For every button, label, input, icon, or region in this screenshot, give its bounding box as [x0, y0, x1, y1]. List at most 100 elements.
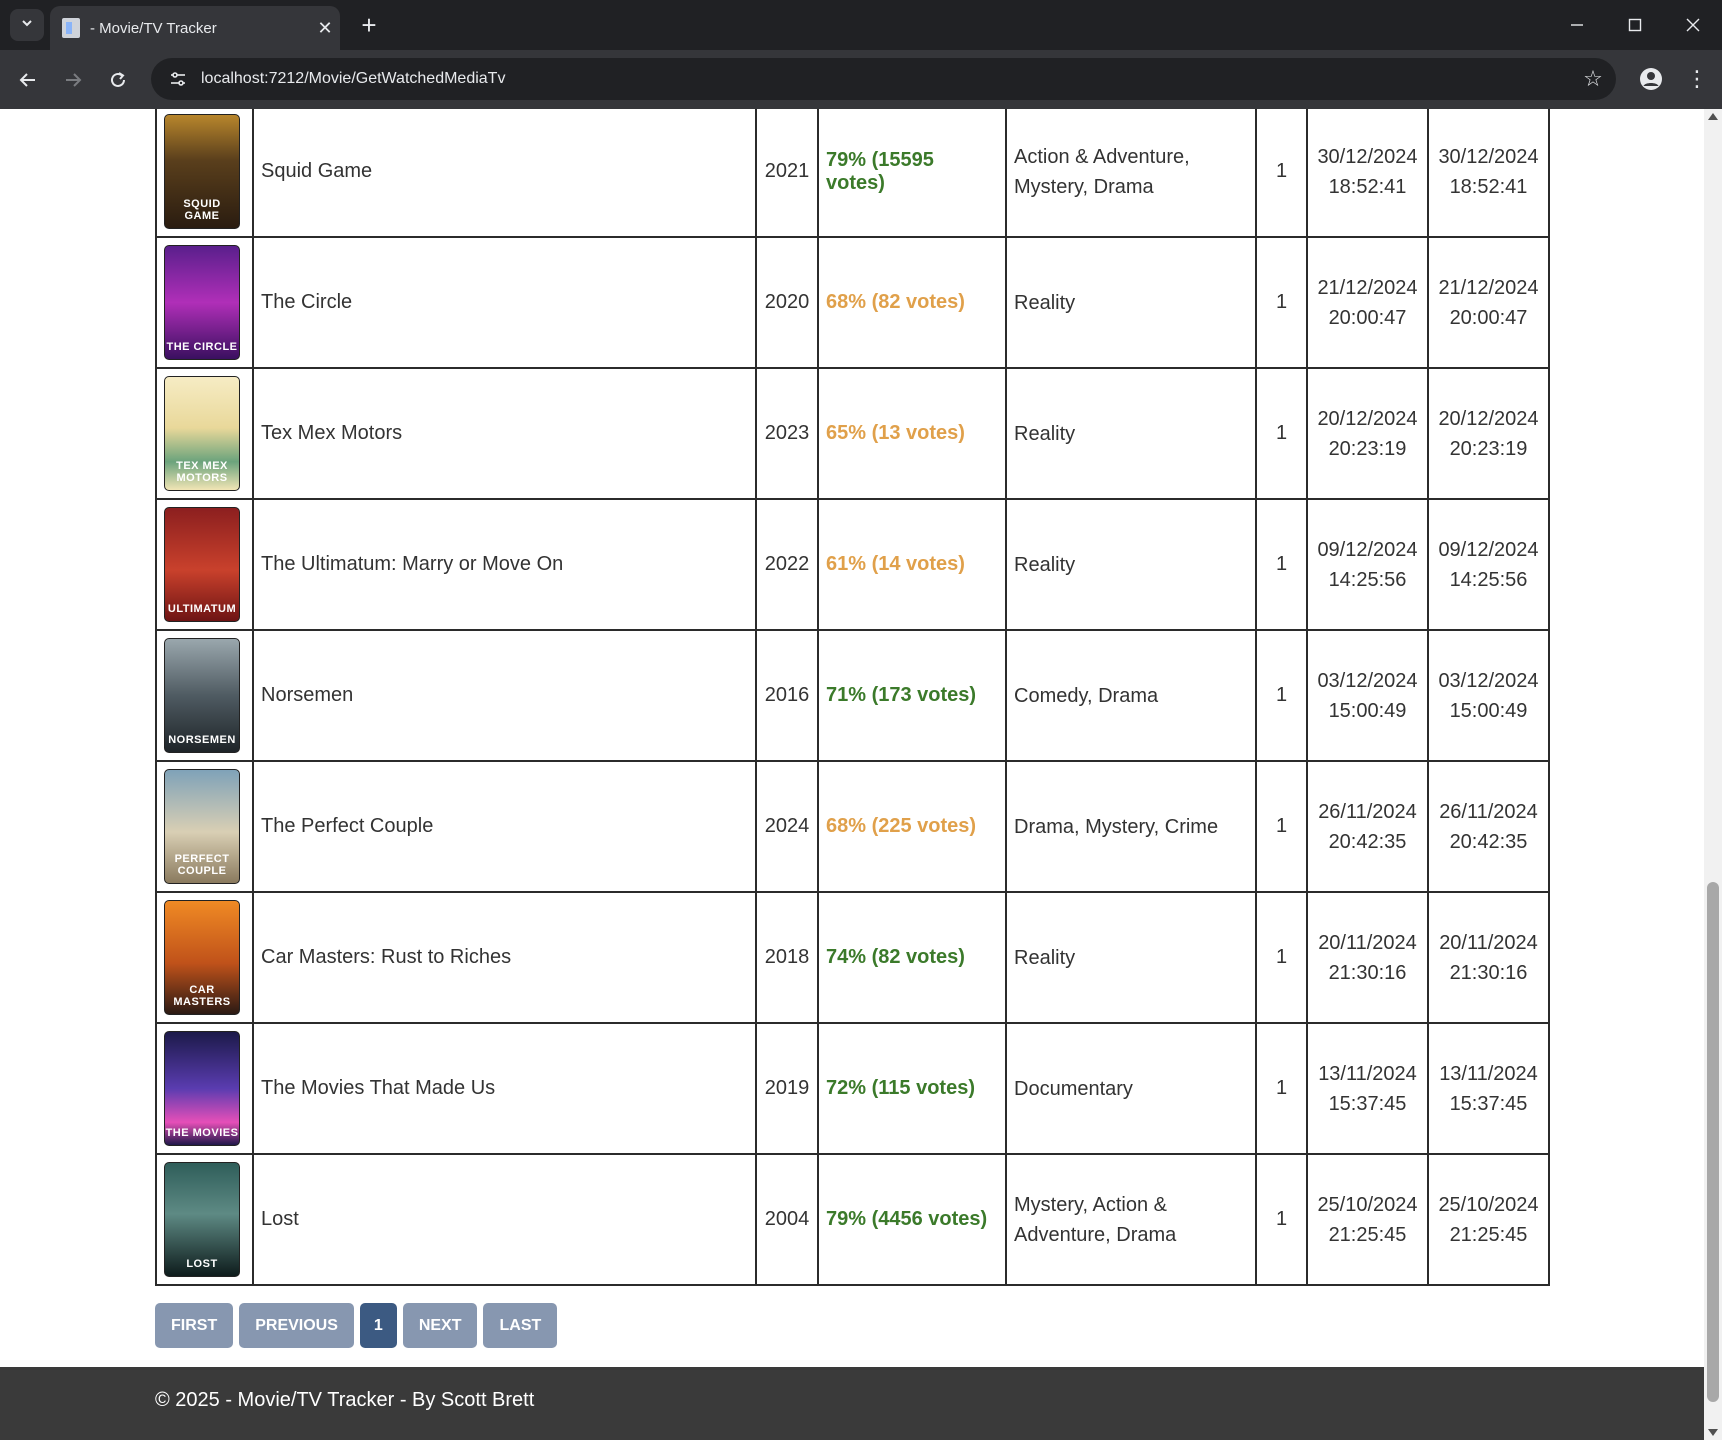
- year-cell: 2004: [755, 1153, 819, 1286]
- poster-image[interactable]: PERFECT COUPLE: [164, 769, 240, 884]
- poster-image[interactable]: NORSEMEN: [164, 638, 240, 753]
- last-watched-date: 21/12/2024: [1438, 276, 1539, 299]
- rating-cell: 68% (225 votes): [817, 760, 1007, 893]
- vertical-scrollbar[interactable]: [1704, 109, 1722, 1440]
- first-watched-time: 14:25:56: [1328, 568, 1407, 591]
- rating-text: 71% (173 votes): [826, 684, 977, 706]
- tab-search-button[interactable]: [10, 9, 44, 41]
- year-cell: 2024: [755, 760, 819, 893]
- rating-text: 61% (14 votes): [826, 553, 965, 575]
- last-watched-time: 20:42:35: [1449, 830, 1528, 853]
- first-watched-cell: 21/12/2024 20:00:47: [1306, 236, 1429, 369]
- back-arrow-icon[interactable]: [12, 64, 44, 96]
- title-cell: The Movies That Made Us: [252, 1022, 757, 1155]
- browser-tab[interactable]: - Movie/TV Tracker ✕: [50, 6, 340, 50]
- last-watched-cell: 21/12/2024 20:00:47: [1427, 236, 1550, 369]
- close-window-icon[interactable]: [1664, 0, 1722, 50]
- poster-image[interactable]: CAR MASTERS: [164, 900, 240, 1015]
- rating-text: 65% (13 votes): [826, 422, 965, 444]
- watch-count-cell: 1: [1255, 367, 1308, 500]
- title-cell: Squid Game: [252, 109, 757, 238]
- first-watched-time: 18:52:41: [1328, 175, 1407, 198]
- year-cell: 2016: [755, 629, 819, 762]
- title-cell: The Circle: [252, 236, 757, 369]
- first-watched-cell: 13/11/2024 15:37:45: [1306, 1022, 1429, 1155]
- maximize-icon[interactable]: [1606, 0, 1664, 50]
- first-watched-date: 26/11/2024: [1318, 800, 1417, 823]
- scrollbar-thumb[interactable]: [1707, 882, 1719, 1402]
- poster-image[interactable]: TEX MEX MOTORS: [164, 376, 240, 491]
- browser-menu-icon[interactable]: ⋮: [1682, 64, 1712, 94]
- reload-icon[interactable]: [102, 64, 134, 96]
- title-cell: The Ultimatum: Marry or Move On: [252, 498, 757, 631]
- rating-text: 68% (225 votes): [826, 815, 977, 837]
- minimize-icon[interactable]: [1548, 0, 1606, 50]
- address-bar[interactable]: localhost:7212/Movie/GetWatchedMediaTv ☆: [151, 58, 1616, 100]
- table-row: SQUID GAME Squid Game 2021 79% (15595 vo…: [155, 109, 1550, 238]
- last-watched-time: 20:00:47: [1449, 306, 1528, 329]
- first-watched-cell: 20/12/2024 20:23:19: [1306, 367, 1429, 500]
- poster-image[interactable]: THE MOVIES: [164, 1031, 240, 1146]
- rating-text: 79% (15595 votes): [826, 148, 934, 194]
- poster-image[interactable]: SQUID GAME: [164, 114, 240, 229]
- first-watched-date: 20/12/2024: [1317, 407, 1418, 430]
- poster-caption: PERFECT COUPLE: [174, 853, 230, 877]
- first-watched-date: 03/12/2024: [1317, 669, 1418, 692]
- watch-count-cell: 1: [1255, 498, 1308, 631]
- poster-image[interactable]: LOST: [164, 1162, 240, 1277]
- rating-cell: 74% (82 votes): [817, 891, 1007, 1024]
- last-watched-time: 15:00:49: [1449, 699, 1528, 722]
- first-page-button[interactable]: FIRST: [155, 1303, 234, 1348]
- first-watched-time: 20:42:35: [1328, 830, 1407, 853]
- poster-image[interactable]: ULTIMATUM: [164, 507, 240, 622]
- watched-tv-table: SQUID GAME Squid Game 2021 79% (15595 vo…: [155, 109, 1550, 1286]
- site-info-icon[interactable]: [167, 68, 189, 90]
- previous-page-button[interactable]: PREVIOUS: [239, 1303, 354, 1348]
- rating-text: 79% (4456 votes): [826, 1208, 988, 1230]
- last-page-button[interactable]: LAST: [483, 1303, 558, 1348]
- poster-cell: LOST: [155, 1153, 254, 1286]
- last-watched-cell: 20/12/2024 20:23:19: [1427, 367, 1550, 500]
- poster-image[interactable]: THE CIRCLE: [164, 245, 240, 360]
- page-favicon-icon: [62, 18, 80, 38]
- first-watched-date: 21/12/2024: [1317, 276, 1418, 299]
- first-watched-date: 20/11/2024: [1318, 931, 1417, 954]
- watch-count-cell: 1: [1255, 236, 1308, 369]
- scroll-up-arrow-icon[interactable]: [1708, 113, 1718, 120]
- genres-cell: Drama, Mystery, Crime: [1005, 760, 1257, 893]
- genres-cell: Reality: [1005, 367, 1257, 500]
- first-watched-date: 13/11/2024: [1318, 1062, 1417, 1085]
- watch-count-cell: 1: [1255, 891, 1308, 1024]
- current-page-button[interactable]: 1: [359, 1303, 397, 1348]
- genres-cell: Reality: [1005, 891, 1257, 1024]
- first-watched-date: 30/12/2024: [1317, 145, 1418, 168]
- scroll-down-arrow-icon[interactable]: [1708, 1429, 1718, 1436]
- next-page-button[interactable]: NEXT: [402, 1303, 478, 1348]
- poster-cell: THE CIRCLE: [155, 236, 254, 369]
- rating-cell: 65% (13 votes): [817, 367, 1007, 500]
- last-watched-date: 13/11/2024: [1439, 1062, 1538, 1085]
- profile-avatar-icon[interactable]: [1636, 64, 1666, 94]
- poster-caption: ULTIMATUM: [167, 603, 237, 615]
- url-text[interactable]: localhost:7212/Movie/GetWatchedMediaTv: [201, 70, 1576, 88]
- watch-count-cell: 1: [1255, 1022, 1308, 1155]
- last-watched-cell: 25/10/2024 21:25:45: [1427, 1153, 1550, 1286]
- year-cell: 2022: [755, 498, 819, 631]
- footer-copyright: © 2025 - Movie/TV Tracker - By Scott Bre…: [155, 1389, 535, 1411]
- poster-cell: CAR MASTERS: [155, 891, 254, 1024]
- title-cell: Lost: [252, 1153, 757, 1286]
- last-watched-date: 20/11/2024: [1439, 931, 1538, 954]
- window-controls: [1548, 0, 1722, 50]
- first-watched-time: 20:23:19: [1328, 437, 1407, 460]
- first-watched-date: 25/10/2024: [1317, 1193, 1418, 1216]
- table-row: TEX MEX MOTORS Tex Mex Motors 2023 65% (…: [155, 367, 1550, 500]
- first-watched-cell: 20/11/2024 21:30:16: [1306, 891, 1429, 1024]
- bookmark-star-icon[interactable]: ☆: [1576, 66, 1610, 92]
- forward-arrow-icon[interactable]: [57, 64, 89, 96]
- close-tab-icon[interactable]: ✕: [310, 18, 340, 39]
- new-tab-button[interactable]: +: [354, 10, 384, 40]
- rating-text: 68% (82 votes): [826, 291, 965, 313]
- table-row: PERFECT COUPLE The Perfect Couple 2024 6…: [155, 760, 1550, 893]
- year-cell: 2021: [755, 109, 819, 238]
- title-cell: Tex Mex Motors: [252, 367, 757, 500]
